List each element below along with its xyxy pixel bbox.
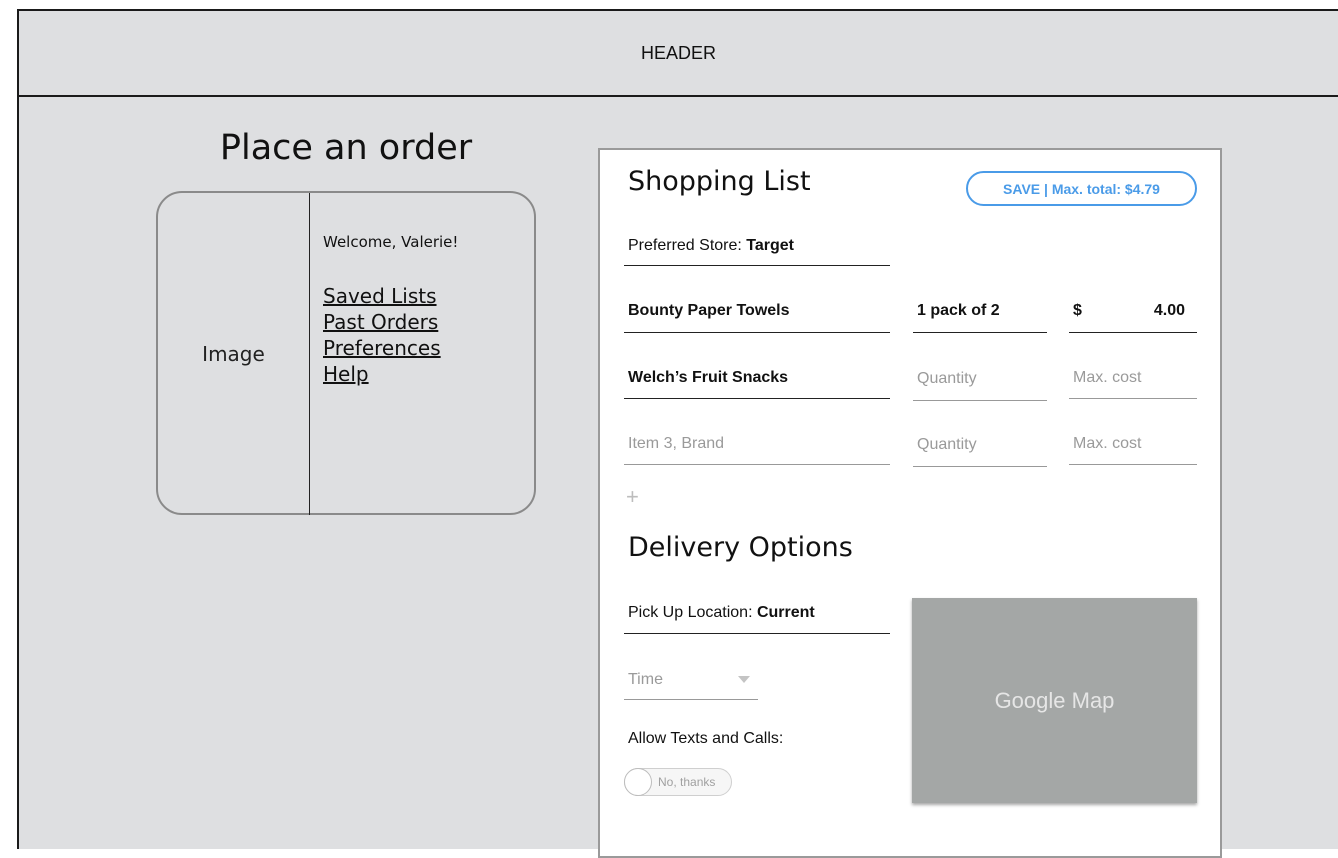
past-orders-link[interactable]: Past Orders bbox=[323, 309, 441, 335]
profile-image-placeholder: Image bbox=[202, 342, 265, 366]
item-1-max-cost-field[interactable]: $ 4.00 bbox=[1069, 290, 1197, 333]
item-1-quantity: 1 pack of 2 bbox=[917, 302, 1000, 319]
plus-icon[interactable]: + bbox=[626, 484, 639, 510]
preferences-link[interactable]: Preferences bbox=[323, 335, 441, 361]
item-2-quantity-placeholder: Quantity bbox=[917, 369, 977, 387]
help-link[interactable]: Help bbox=[323, 361, 441, 387]
profile-nav: Saved Lists Past Orders Preferences Help bbox=[323, 283, 441, 387]
welcome-text: Welcome, Valerie! bbox=[323, 233, 459, 251]
item-3-name-field[interactable]: Item 3, Brand bbox=[624, 423, 890, 465]
time-placeholder: Time bbox=[628, 670, 663, 688]
allow-texts-toggle[interactable]: No, thanks bbox=[624, 768, 732, 796]
page-header: HEADER bbox=[17, 9, 1338, 97]
header-label: HEADER bbox=[640, 42, 716, 63]
item-1-currency: $ bbox=[1073, 302, 1082, 319]
profile-card: Image Welcome, Valerie! Saved Lists Past… bbox=[156, 191, 536, 515]
save-button[interactable]: SAVE | Max. total: $4.79 bbox=[966, 171, 1197, 206]
item-3-max-cost-placeholder: Max. cost bbox=[1073, 434, 1142, 452]
pickup-location-field[interactable]: Pick Up Location: Current bbox=[624, 593, 890, 634]
delivery-options-title: Delivery Options bbox=[628, 532, 853, 563]
pickup-location-label: Pick Up Location: bbox=[628, 604, 753, 621]
time-select[interactable]: Time bbox=[624, 660, 758, 700]
google-map[interactable]: Google Map bbox=[912, 598, 1197, 803]
preferred-store-field[interactable]: Preferred Store: Target bbox=[624, 226, 890, 266]
map-label: Google Map bbox=[994, 687, 1115, 713]
item-3-name-placeholder: Item 3, Brand bbox=[628, 434, 725, 452]
chevron-down-icon bbox=[738, 676, 750, 683]
item-3-max-cost-field[interactable]: Max. cost bbox=[1069, 423, 1197, 465]
toggle-knob bbox=[624, 768, 652, 796]
allow-texts-label: Allow Texts and Calls: bbox=[628, 730, 784, 747]
preferred-store-label: Preferred Store: bbox=[628, 236, 742, 254]
item-2-max-cost-placeholder: Max. cost bbox=[1073, 368, 1142, 386]
shopping-list-title: Shopping List bbox=[628, 166, 811, 197]
item-1-quantity-field[interactable]: 1 pack of 2 bbox=[913, 290, 1047, 333]
item-3-quantity-field[interactable]: Quantity bbox=[913, 423, 1047, 467]
item-2-quantity-field[interactable]: Quantity bbox=[913, 357, 1047, 401]
preferred-store-value: Target bbox=[746, 236, 794, 254]
item-2-max-cost-field[interactable]: Max. cost bbox=[1069, 357, 1197, 399]
item-1-name-field[interactable]: Bounty Paper Towels bbox=[624, 290, 890, 333]
item-2-name: Welch’s Fruit Snacks bbox=[628, 368, 789, 386]
page-title: Place an order bbox=[219, 128, 473, 168]
saved-lists-link[interactable]: Saved Lists bbox=[323, 283, 441, 309]
item-1-name: Bounty Paper Towels bbox=[628, 302, 790, 319]
item-2-name-field[interactable]: Welch’s Fruit Snacks bbox=[624, 357, 890, 399]
pickup-location-value: Current bbox=[756, 604, 815, 621]
item-1-max-cost: 4.00 bbox=[1153, 302, 1185, 319]
profile-divider bbox=[309, 193, 310, 515]
item-3-quantity-placeholder: Quantity bbox=[917, 435, 977, 453]
order-panel: Shopping List SAVE | Max. total: $4.79 P… bbox=[598, 148, 1222, 858]
toggle-text: No, thanks bbox=[658, 775, 716, 789]
